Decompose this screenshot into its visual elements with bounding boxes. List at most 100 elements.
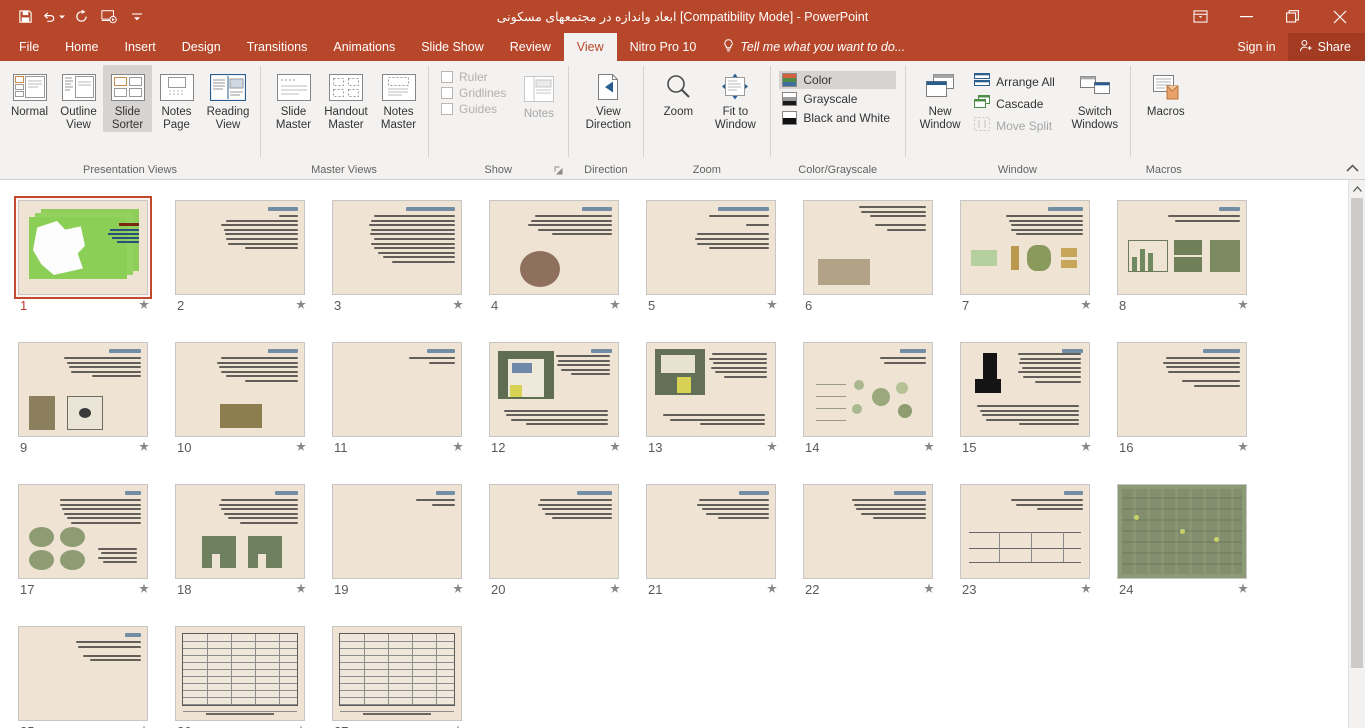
tab-review[interactable]: Review [497,33,564,61]
slide-cell[interactable]: 15 [956,338,1113,480]
slide-thumbnail-13[interactable]: 13 [642,338,780,455]
slide-cell[interactable]: 2 [171,196,328,338]
animation-star-icon[interactable] [138,298,150,313]
notes-master-button[interactable]: Notes Master [374,65,423,132]
animation-star-icon[interactable] [452,298,464,313]
animation-star-icon[interactable] [452,582,464,597]
handout-master-button[interactable]: Handout Master [318,65,374,132]
slide-cell[interactable]: 24 [1113,480,1270,622]
slide-thumbnail-21[interactable]: 21 [642,480,780,597]
animation-star-icon[interactable] [1237,440,1249,455]
tab-home[interactable]: Home [52,33,111,61]
notes-page-button[interactable]: Notes Page [152,65,201,132]
start-slideshow-icon[interactable] [96,5,122,29]
slide-thumbnail-26[interactable]: 26 [171,622,309,728]
slide-cell[interactable]: 5 [642,196,799,338]
animation-star-icon[interactable] [452,440,464,455]
animation-star-icon[interactable] [1080,440,1092,455]
slide-cell[interactable]: 10 [171,338,328,480]
animation-star-icon[interactable] [138,582,150,597]
color-mode-button[interactable]: Color [779,71,897,89]
slide-cell[interactable]: 19 [328,480,485,622]
slide-thumbnail-24[interactable]: 24 [1113,480,1251,597]
slide-cell[interactable]: 4 [485,196,642,338]
slide-cell[interactable]: 14 [799,338,956,480]
tab-file[interactable]: File [6,33,52,61]
slide-thumbnail-3[interactable]: 3 [328,196,466,313]
slide-thumbnail-9[interactable]: 9 [14,338,152,455]
normal-view-button[interactable]: Normal [5,65,54,119]
slide-thumbnail-23[interactable]: 23 [956,480,1094,597]
animation-star-icon[interactable] [1237,582,1249,597]
slide-sorter-button[interactable]: Slide Sorter [103,65,152,132]
animation-star-icon[interactable] [609,298,621,313]
slide-thumbnail-19[interactable]: 19 [328,480,466,597]
minimize-icon[interactable] [1223,0,1269,33]
close-icon[interactable] [1315,0,1365,33]
animation-star-icon[interactable] [138,724,150,728]
tab-transitions[interactable]: Transitions [234,33,321,61]
slide-cell[interactable]: 18 [171,480,328,622]
slide-cell[interactable]: 17 [14,480,171,622]
slide-thumbnail-17[interactable]: 17 [14,480,152,597]
arrange-all-button[interactable]: Arrange All [971,71,1061,92]
scroll-up-arrow-icon[interactable] [1349,180,1365,197]
animation-star-icon[interactable] [138,440,150,455]
animation-star-icon[interactable] [766,582,778,597]
slide-cell[interactable]: 27 [328,622,485,728]
notes-button[interactable]: Notes [514,67,563,121]
macros-button[interactable]: Macros [1139,65,1193,119]
slide-thumbnail-1[interactable]: 1 [14,196,152,313]
view-direction-button[interactable]: View Direction [578,65,638,132]
animation-star-icon[interactable] [1237,298,1249,313]
slide-thumbnail-14[interactable]: 14 [799,338,937,455]
switch-windows-button[interactable]: Switch Windows [1065,65,1125,132]
ruler-checkbox[interactable]: Ruler [441,70,506,84]
slide-cell[interactable]: 7 [956,196,1113,338]
animation-star-icon[interactable] [609,440,621,455]
slide-thumbnail-11[interactable]: 11 [328,338,466,455]
slide-cell[interactable]: 21 [642,480,799,622]
animation-star-icon[interactable] [609,582,621,597]
vertical-scrollbar[interactable] [1348,180,1365,728]
animation-star-icon[interactable] [452,724,464,728]
slide-cell[interactable]: 3 [328,196,485,338]
slide-cell[interactable]: 16 [1113,338,1270,480]
customize-qat-icon[interactable] [124,5,150,29]
slide-thumbnail-18[interactable]: 18 [171,480,309,597]
slide-thumbnail-5[interactable]: 5 [642,196,780,313]
slide-cell[interactable]: 12 [485,338,642,480]
show-dialog-launcher[interactable] [554,166,564,176]
animation-star-icon[interactable] [766,298,778,313]
slide-cell[interactable]: 11 [328,338,485,480]
slide-cell[interactable]: 20 [485,480,642,622]
slide-thumbnail-7[interactable]: 7 [956,196,1094,313]
slide-cell[interactable]: 1 [14,196,171,338]
scrollbar-thumb[interactable] [1351,198,1363,668]
slide-cell[interactable]: 8 [1113,196,1270,338]
animation-star-icon[interactable] [766,440,778,455]
tab-slide-show[interactable]: Slide Show [408,33,497,61]
tab-insert[interactable]: Insert [112,33,169,61]
animation-star-icon[interactable] [295,440,307,455]
reading-view-button[interactable]: Reading View [201,65,255,132]
slide-grid-canvas[interactable]: 1234567891011121314151617181920212223242… [0,180,1348,728]
slide-thumbnail-10[interactable]: 10 [171,338,309,455]
slide-thumbnail-15[interactable]: 15 [956,338,1094,455]
fit-to-window-button[interactable]: Fit to Window [705,65,765,132]
tell-me-box[interactable]: Tell me what you want to do... [709,33,905,61]
share-button[interactable]: Share [1287,33,1365,61]
slide-thumbnail-16[interactable]: 16 [1113,338,1251,455]
tab-view[interactable]: View [563,33,617,61]
slide-cell[interactable]: 9 [14,338,171,480]
slide-thumbnail-22[interactable]: 22 [799,480,937,597]
slide-thumbnail-4[interactable]: 4 [485,196,623,313]
tab-design[interactable]: Design [169,33,234,61]
grayscale-mode-button[interactable]: Grayscale [779,90,896,108]
slide-thumbnail-8[interactable]: 8 [1113,196,1251,313]
slide-cell[interactable]: 6 [799,196,956,338]
restore-icon[interactable] [1269,0,1315,33]
undo-icon[interactable] [40,5,66,29]
slide-cell[interactable]: 13 [642,338,799,480]
outline-view-button[interactable]: Outline View [54,65,103,132]
